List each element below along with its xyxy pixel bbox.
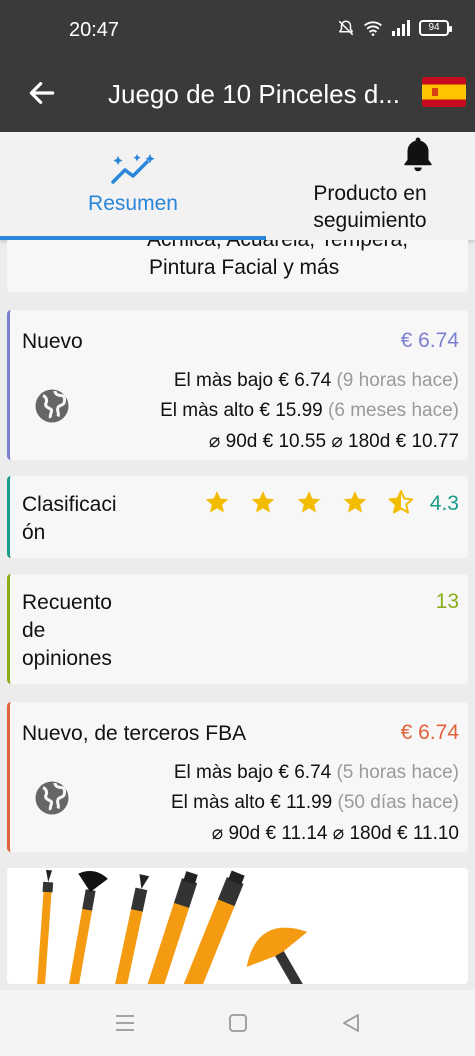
- avg180-label: ⌀ 180d: [332, 823, 392, 844]
- description-text: Pintura Facial y más: [149, 256, 340, 279]
- avg180-value: € 11.10: [397, 823, 459, 844]
- system-nav-bar: [0, 990, 475, 1056]
- reviews-value: 13: [435, 590, 459, 613]
- rating-card[interactable]: Clasificaci ón 4.3: [7, 476, 468, 558]
- lowest-when: (5 horas hace): [336, 762, 459, 783]
- price-card-label: Nuevo, de terceros FBA: [22, 722, 247, 745]
- star-full-icon: [297, 491, 321, 513]
- reviews-label: Recuento de opiniones: [22, 589, 112, 673]
- avg180-label: ⌀ 180d: [331, 431, 391, 452]
- lowest-when: (9 horas hace): [336, 370, 459, 391]
- price-card-fba[interactable]: Nuevo, de terceros FBA € 6.74 El màs baj…: [7, 702, 468, 852]
- globe-icon: [35, 781, 69, 815]
- highest-price-row: El màs alto € 15.99 (6 meses hace): [160, 400, 459, 422]
- reviews-label-line2: de: [22, 619, 46, 642]
- highest-label: El màs alto: [160, 400, 255, 421]
- product-image[interactable]: [7, 868, 468, 984]
- rating-label: Clasificaci ón: [22, 491, 117, 547]
- rating-stars: [204, 489, 414, 515]
- highest-price-row: El màs alto € 11.99 (50 días hace): [171, 792, 459, 814]
- price-value: € 6.74: [400, 721, 459, 744]
- wifi-icon: [364, 21, 382, 36]
- spain-flag-icon[interactable]: [422, 77, 466, 107]
- reviews-label-line3: opiniones: [22, 647, 112, 670]
- tab-label-seguimiento: Producto en seguimiento: [238, 180, 475, 234]
- price-value: € 6.74: [400, 329, 459, 352]
- lowest-price-row: El màs bajo € 6.74 (5 horas hace): [174, 762, 459, 784]
- chart-sparkle-icon: [111, 154, 155, 184]
- star-half-icon: [388, 490, 414, 514]
- rating-label-line1: Clasificaci: [22, 493, 117, 516]
- paintbrushes-image: [36, 869, 308, 984]
- tab-bar: Resumen Producto en seguimiento: [0, 132, 475, 240]
- lowest-value: € 6.74: [278, 762, 332, 783]
- lowest-price-row: El màs bajo € 6.74 (9 horas hace): [174, 370, 459, 392]
- page-title: Juego de 10 Pinceles d...: [108, 79, 400, 109]
- avg180-value: € 10.77: [395, 431, 459, 452]
- arrow-left-icon[interactable]: [26, 77, 58, 109]
- price-card-new[interactable]: Nuevo € 6.74 El màs bajo € 6.74 (9 horas…: [7, 310, 468, 460]
- menu-icon[interactable]: [113, 1012, 137, 1034]
- tab-producto-seguimiento[interactable]: Producto en seguimiento: [268, 132, 475, 240]
- highest-label: El màs alto: [171, 792, 265, 813]
- lowest-label: El màs bajo: [173, 370, 274, 391]
- mute-icon: [338, 20, 354, 36]
- tab-label-line2: seguimiento: [313, 209, 427, 232]
- average-price-row: ⌀ 90d € 11.14 ⌀ 180d € 11.10: [212, 822, 459, 845]
- status-bar: 20:47 94: [0, 0, 475, 60]
- description-cut-text: Acrílica, Acuarela, Tempera,: [147, 240, 467, 252]
- status-time: 20:47: [69, 19, 120, 41]
- highest-when: (6 meses hace): [328, 400, 459, 421]
- lowest-value: € 6.74: [278, 370, 332, 391]
- description-card: Acrílica, Acuarela, Tempera, Pintura Fac…: [7, 240, 468, 292]
- tab-resumen[interactable]: Resumen: [0, 132, 266, 240]
- star-full-icon: [251, 491, 275, 513]
- app-bar: Juego de 10 Pinceles d...: [0, 60, 475, 132]
- globe-icon: [35, 389, 69, 423]
- home-square-icon[interactable]: [226, 1012, 250, 1034]
- average-price-row: ⌀ 90d € 10.55 ⌀ 180d € 10.77: [209, 430, 459, 453]
- avg90-value: € 11.14: [265, 823, 328, 844]
- bell-icon: [404, 137, 432, 172]
- avg90-label: ⌀ 90d: [211, 823, 261, 844]
- battery-icon: 94: [419, 20, 452, 36]
- back-triangle-icon[interactable]: [339, 1012, 363, 1034]
- lowest-label: El màs bajo: [173, 762, 274, 783]
- star-full-icon: [343, 491, 367, 513]
- status-icons: 94: [337, 19, 452, 37]
- tab-label-resumen: Resumen: [88, 192, 178, 215]
- rating-value: 4.3: [429, 492, 459, 515]
- reviews-label-line1: Recuento: [22, 591, 112, 614]
- avg90-label: ⌀ 90d: [208, 431, 258, 452]
- price-card-label: Nuevo: [22, 330, 83, 353]
- rating-label-line2: ón: [22, 521, 46, 544]
- highest-value: € 11.99: [270, 792, 333, 813]
- star-full-icon: [205, 491, 229, 513]
- reviews-card[interactable]: Recuento de opiniones 13: [7, 574, 468, 684]
- signal-icon: [392, 20, 410, 36]
- highest-value: € 15.99: [259, 400, 323, 421]
- tab-label-line1: Producto en: [313, 182, 427, 205]
- avg90-value: € 10.55: [262, 431, 327, 452]
- highest-when: (50 días hace): [337, 792, 459, 813]
